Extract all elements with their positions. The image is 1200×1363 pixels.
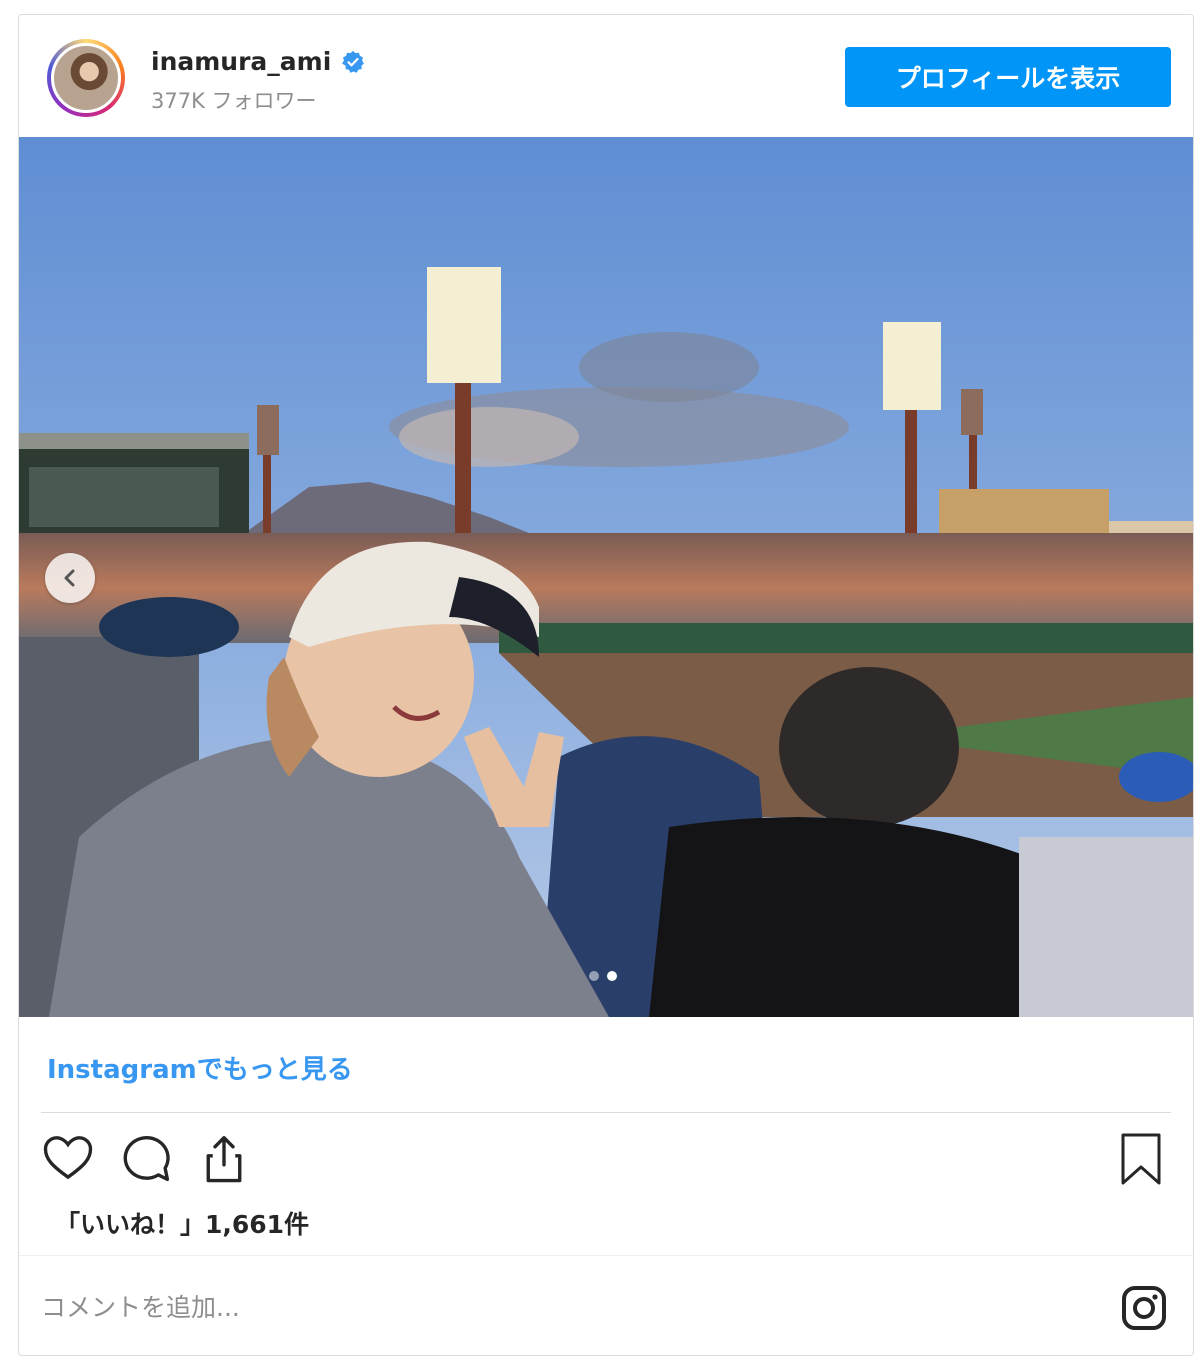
like-count[interactable]: 「いいね！」1,661件	[55, 1205, 309, 1241]
divider	[19, 1255, 1193, 1256]
comment-icon[interactable]	[119, 1131, 173, 1185]
carousel-indicator	[589, 971, 617, 981]
instagram-embed-card: inamura_ami 377K フォロワー プロフィールを表示 Instagr…	[18, 14, 1194, 1356]
view-more-on-instagram-link[interactable]: Instagramでもっと見る	[47, 1049, 353, 1086]
follower-count: 377K フォロワー	[151, 89, 317, 113]
verified-badge-icon	[342, 50, 365, 73]
carousel-dot-active	[607, 971, 617, 981]
stadium-photo	[19, 137, 1193, 1017]
avatar-story-ring[interactable]	[47, 39, 125, 117]
carousel-dot	[589, 971, 599, 981]
avatar[interactable]	[51, 43, 121, 113]
carousel-prev-button[interactable]	[45, 553, 95, 603]
action-bar	[41, 1131, 251, 1185]
post-photo[interactable]	[19, 137, 1193, 1017]
bookmark-icon[interactable]	[1117, 1131, 1165, 1187]
username-link[interactable]: inamura_ami	[151, 47, 331, 76]
view-profile-button[interactable]: プロフィールを表示	[845, 47, 1171, 107]
heart-icon[interactable]	[41, 1131, 95, 1185]
username-row: inamura_ami	[151, 47, 365, 76]
share-icon[interactable]	[197, 1131, 251, 1185]
divider	[41, 1112, 1171, 1113]
comment-input[interactable]	[41, 1285, 941, 1329]
instagram-logo-icon[interactable]	[1119, 1283, 1169, 1333]
chevron-left-icon	[64, 569, 75, 587]
post-header: inamura_ami 377K フォロワー プロフィールを表示	[19, 15, 1193, 137]
